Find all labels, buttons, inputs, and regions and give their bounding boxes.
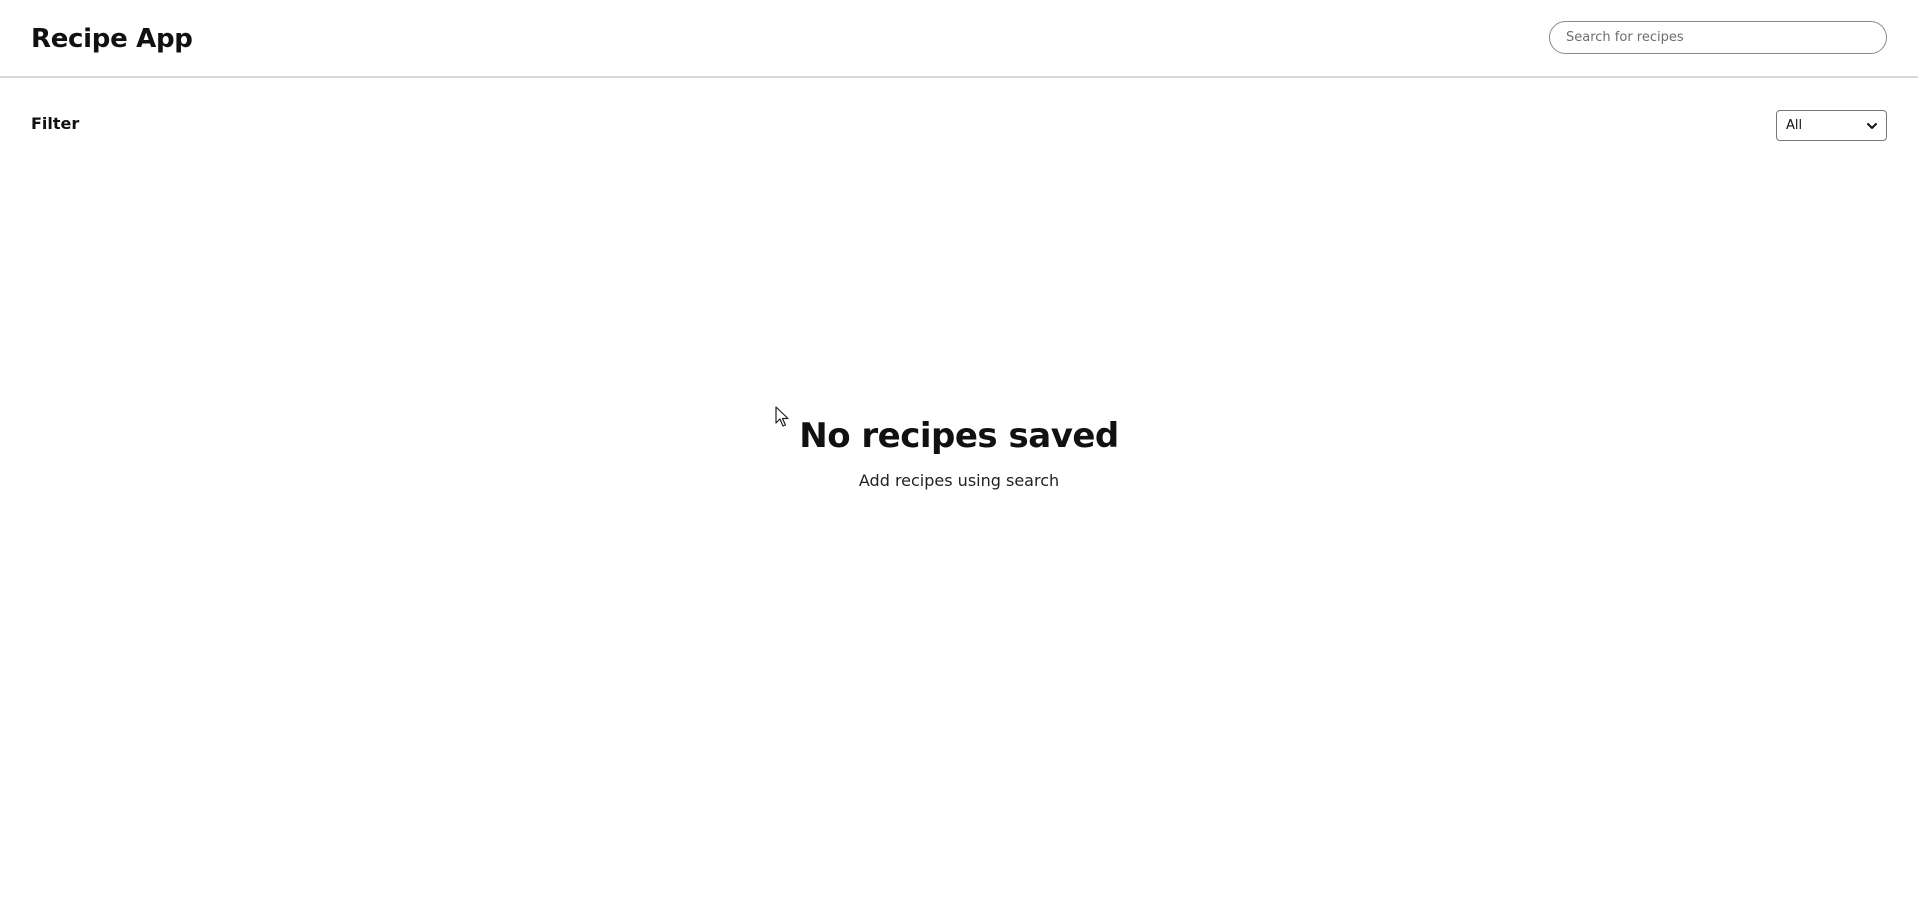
app-title: Recipe App — [31, 24, 193, 54]
empty-state-subtitle: Add recipes using search — [858, 471, 1060, 490]
mouse-pointer-icon — [775, 406, 789, 427]
search-input[interactable] — [1549, 21, 1887, 54]
chevron-down-icon — [1867, 123, 1877, 129]
filter-select[interactable]: All — [1776, 110, 1887, 141]
empty-state-title: No recipes saved — [799, 416, 1119, 456]
filter-bar: Filter All — [0, 78, 1918, 174]
filter-selected-value: All — [1786, 118, 1803, 133]
app-header: Recipe App — [0, 0, 1918, 78]
filter-label: Filter — [31, 114, 80, 133]
empty-state: No recipes saved Add recipes using searc… — [0, 414, 1918, 492]
